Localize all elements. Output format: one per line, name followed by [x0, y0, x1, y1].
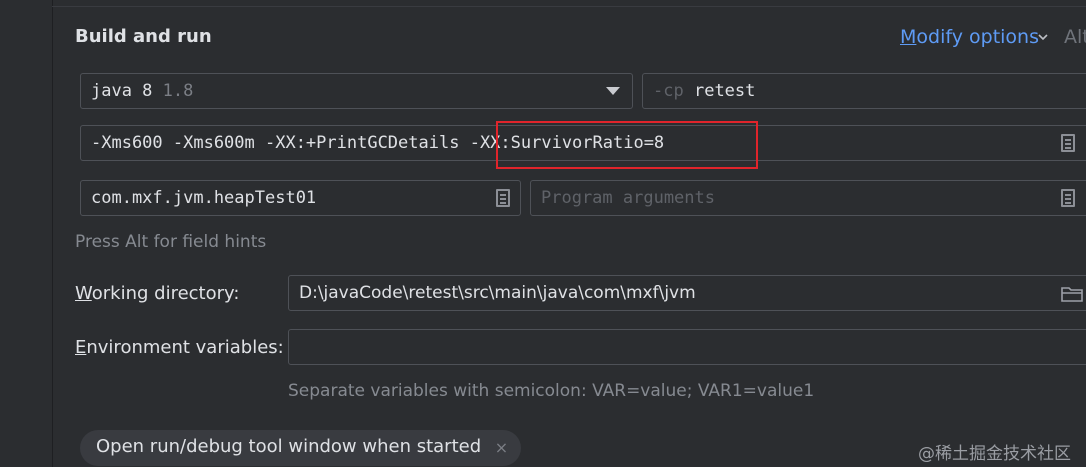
environment-variables-label: Environment variables: — [75, 337, 284, 358]
section-title: Build and run — [75, 26, 212, 47]
folder-icon[interactable] — [1061, 286, 1083, 302]
working-directory-label: Working directory: — [75, 283, 239, 304]
alt-shortcut-hint: Alt — [1064, 26, 1086, 48]
classpath-module: retest — [693, 81, 756, 101]
close-icon[interactable]: × — [495, 438, 508, 457]
jdk-select[interactable]: java 8 1.8 — [80, 73, 633, 109]
dropdown-arrow-icon[interactable] — [606, 87, 620, 95]
working-directory-mnemonic: W — [75, 283, 92, 304]
left-panel-strip — [0, 0, 53, 467]
jdk-version: 1.8 — [162, 81, 194, 101]
open-tool-window-label: Open run/debug tool window when started — [96, 436, 482, 457]
main-class-value: com.mxf.jvm.heapTest01 — [91, 188, 317, 208]
main-class-field[interactable]: com.mxf.jvm.heapTest01 — [80, 180, 521, 216]
field-hints-note: Press Alt for field hints — [75, 232, 267, 252]
open-tool-window-chip[interactable]: Open run/debug tool window when started … — [80, 430, 522, 466]
jdk-select-value: java 8 1.8 — [91, 81, 193, 101]
chevron-down-icon[interactable] — [1037, 31, 1049, 43]
expand-editor-icon[interactable] — [1061, 189, 1075, 207]
environment-variables-hint: Separate variables with semicolon: VAR=v… — [288, 381, 815, 401]
modify-options-link[interactable]: Modify options — [900, 26, 1039, 48]
top-divider — [52, 6, 1086, 7]
environment-variables-label-text: nvironment variables: — [86, 337, 284, 358]
program-arguments-placeholder: Program arguments — [541, 188, 715, 208]
working-directory-field[interactable]: D:\javaCode\retest\src\main\java\com\mxf… — [288, 275, 1086, 311]
vm-options-text: -Xms600 -Xms600m -XX:+PrintGCDetails — [91, 133, 470, 153]
browse-class-icon[interactable] — [496, 189, 510, 207]
working-directory-label-text: orking directory: — [91, 283, 240, 304]
working-directory-value: D:\javaCode\retest\src\main\java\com\mxf… — [299, 283, 696, 303]
classpath-module-field[interactable]: -cp retest — [642, 73, 1086, 109]
jdk-name: java 8 — [91, 81, 153, 101]
program-arguments-field[interactable]: Program arguments — [530, 180, 1086, 216]
highlight-annotation-box — [496, 121, 758, 169]
modify-options-mnemonic: M — [900, 26, 917, 48]
classpath-prefix: -cp — [653, 81, 684, 101]
watermark: @稀土掘金技术社区 — [918, 444, 1071, 464]
modify-options-label: odify options — [916, 26, 1039, 48]
environment-variables-field[interactable] — [288, 329, 1086, 365]
classpath-value: -cp retest — [653, 81, 755, 101]
environment-variables-mnemonic: E — [75, 337, 87, 358]
expand-editor-icon[interactable] — [1061, 134, 1075, 152]
